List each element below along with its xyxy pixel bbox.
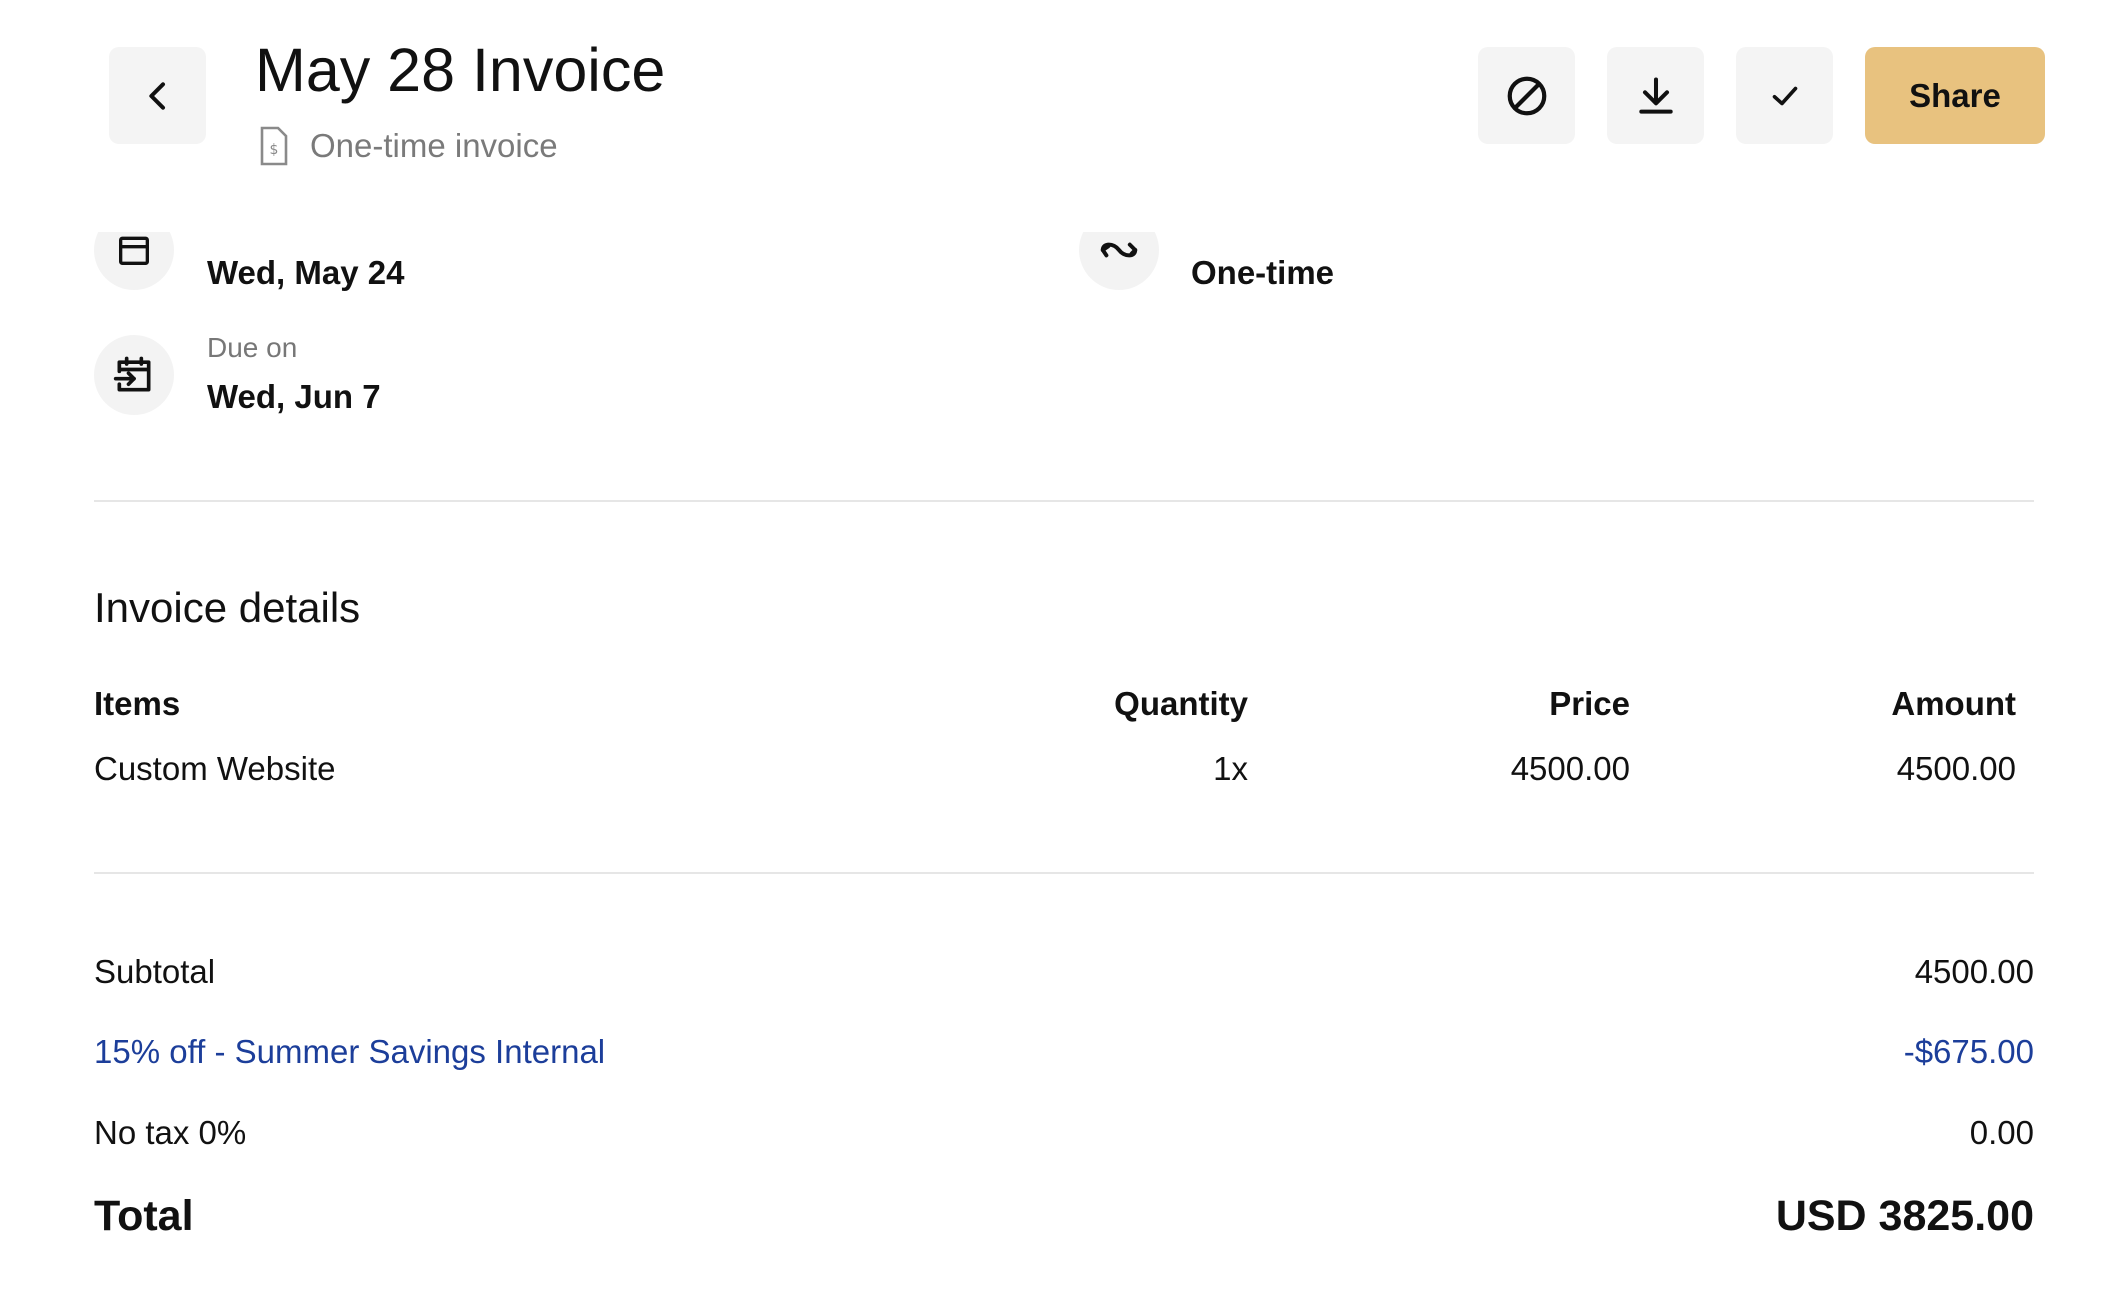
share-button[interactable]: Share bbox=[1865, 47, 2045, 144]
due-date-value: Wed, Jun 7 bbox=[207, 378, 381, 415]
issued-date-icon-wrap bbox=[94, 232, 174, 290]
divider bbox=[94, 872, 2034, 874]
tax-value: 0.00 bbox=[1969, 1114, 2034, 1151]
line-item-quantity: 1x bbox=[1213, 750, 1248, 787]
void-button[interactable] bbox=[1478, 47, 1575, 144]
line-item-name: Custom Website bbox=[94, 750, 336, 787]
calendar-icon bbox=[119, 236, 149, 265]
invoice-details-heading: Invoice details bbox=[94, 584, 361, 631]
discount-label: 15% off - Summer Savings Internal bbox=[94, 1033, 606, 1070]
divider bbox=[94, 500, 2034, 502]
download-button[interactable] bbox=[1607, 47, 1704, 144]
chevron-left-icon bbox=[148, 81, 165, 110]
block-icon bbox=[1507, 76, 1546, 115]
svg-text:$: $ bbox=[270, 142, 279, 158]
mark-paid-button[interactable] bbox=[1736, 47, 1833, 144]
invoice-document-icon: $ bbox=[260, 126, 288, 166]
page-title: May 28 Invoice bbox=[255, 36, 666, 104]
subtotal-value: 4500.00 bbox=[1914, 953, 2034, 990]
total-label: Total bbox=[94, 1192, 194, 1240]
column-header-quantity: Quantity bbox=[1114, 685, 1248, 722]
line-item-price: 4500.00 bbox=[1510, 750, 1630, 787]
download-icon bbox=[1638, 76, 1673, 114]
frequency-icon-wrap bbox=[1079, 232, 1159, 290]
calendar-due-icon bbox=[113, 356, 151, 392]
column-header-items: Items bbox=[94, 685, 181, 722]
discount-value: -$675.00 bbox=[1903, 1033, 2034, 1070]
column-header-price: Price bbox=[1549, 685, 1630, 722]
subtotal-label: Subtotal bbox=[94, 953, 216, 990]
tax-label: No tax 0% bbox=[94, 1114, 247, 1151]
issued-date-value: Wed, May 24 bbox=[207, 254, 405, 291]
invoice-type-label: One-time invoice bbox=[310, 127, 558, 164]
invoice-meta: Wed, May 24 One-time Due on Wed, Jun 7 bbox=[0, 232, 2126, 472]
due-date-icon-wrap bbox=[94, 335, 174, 415]
check-icon bbox=[1772, 86, 1797, 105]
line-item-amount: 4500.00 bbox=[1896, 750, 2016, 787]
repeat-icon bbox=[1100, 242, 1138, 258]
invoice-type: $ One-time invoice bbox=[258, 124, 558, 168]
back-button[interactable] bbox=[109, 47, 206, 144]
total-value: USD 3825.00 bbox=[1775, 1192, 2034, 1240]
due-date-label: Due on bbox=[207, 332, 298, 363]
column-header-amount: Amount bbox=[1891, 685, 2016, 722]
frequency-value: One-time bbox=[1191, 254, 1335, 291]
